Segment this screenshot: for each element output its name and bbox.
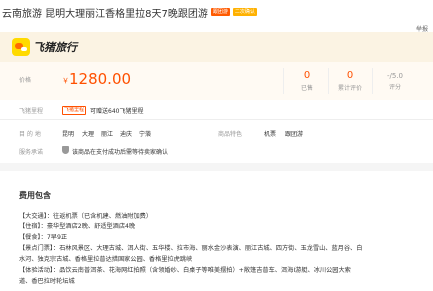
feature-item: 机票 [264, 131, 277, 138]
destination-label: 目 的 地 [19, 131, 41, 138]
review-number: 0 [346, 70, 354, 81]
rating: -/5.0 评分 [375, 72, 415, 91]
product-page: 云南旅游 昆明大理丽江香格里拉8天7晚跟团游 跟团游 二次确认 举报 飞猪旅行 … [0, 0, 433, 291]
feature-label: 商品特色 [218, 131, 243, 138]
tour-type-badge: 跟团游 [210, 8, 230, 16]
confirm-badge: 二次确认 [232, 8, 257, 16]
shield-icon [62, 146, 69, 154]
mileage-label: 飞猪里程 [19, 108, 44, 115]
fee-line: 【大交通】：往返机票（已含机建、燃油附加费） [19, 213, 153, 220]
brand-name: 飞猪旅行 [33, 41, 77, 54]
sold-count: 0 已售 [287, 70, 327, 92]
divider [372, 68, 373, 94]
destination-item: 迪庆 [120, 131, 133, 138]
price-label: 价格 [19, 77, 32, 84]
fliggy-logo-icon [12, 38, 30, 56]
mileage-text: 可赠送640飞猪里程 [90, 108, 144, 115]
divider [328, 68, 329, 94]
fee-line: 【景点门票】：石林风景区、大理古城、洱人街、五华楼、拉市海、丽水金沙表演、丽江古… [19, 245, 363, 252]
brand-bar: 飞猪旅行 [0, 32, 433, 62]
rating-number: -/5.0 [386, 72, 404, 80]
fee-line: 【住宿】：豪华型酒店2晚、舒适型酒店4晚 [19, 223, 136, 230]
section-divider [0, 163, 433, 171]
feature-item: 跟团游 [285, 131, 304, 138]
rating-caption: 评分 [388, 84, 401, 91]
service-text: 该商品在支付成功后需等待卖家确认 [72, 149, 169, 156]
destination-item: 大理 [82, 131, 95, 138]
sold-number: 0 [303, 70, 311, 81]
mileage-tag: 飞猪里程 [62, 106, 87, 115]
fee-line: 【餐食】：7早9正 [19, 234, 68, 241]
fee-line: 水河、独克宗古城、香格里拉普达措国家公园、香格里拉虎跳峡 [19, 256, 193, 263]
fee-line: 【体验活动】：品饮云南普洱茶、花海网红拍照（含领婚纱、白桌子等唯美摆拍）+敞篷吉… [19, 267, 351, 274]
destination-item: 昆明 [62, 131, 75, 138]
product-title: 云南旅游 昆明大理丽江香格里拉8天7晚跟团游 [2, 8, 208, 20]
price-currency: ￥ [62, 77, 69, 85]
review-caption: 累计评价 [337, 85, 362, 92]
fee-section-title: 费用包含 [19, 191, 51, 200]
price-value: 1280.00 [69, 70, 132, 88]
fee-line: 道、香巴拉时轮坛城 [19, 278, 75, 285]
destination-item: 宁蒗 [139, 131, 152, 138]
title-row: 云南旅游 昆明大理丽江香格里拉8天7晚跟团游 跟团游 二次确认 [2, 5, 257, 20]
destination-item: 丽江 [101, 131, 114, 138]
service-label: 服务承诺 [19, 149, 44, 156]
brand-logo[interactable]: 飞猪旅行 [12, 38, 77, 56]
divider [283, 68, 284, 94]
sold-caption: 已售 [300, 85, 313, 92]
review-count[interactable]: 0 累计评价 [330, 70, 370, 92]
